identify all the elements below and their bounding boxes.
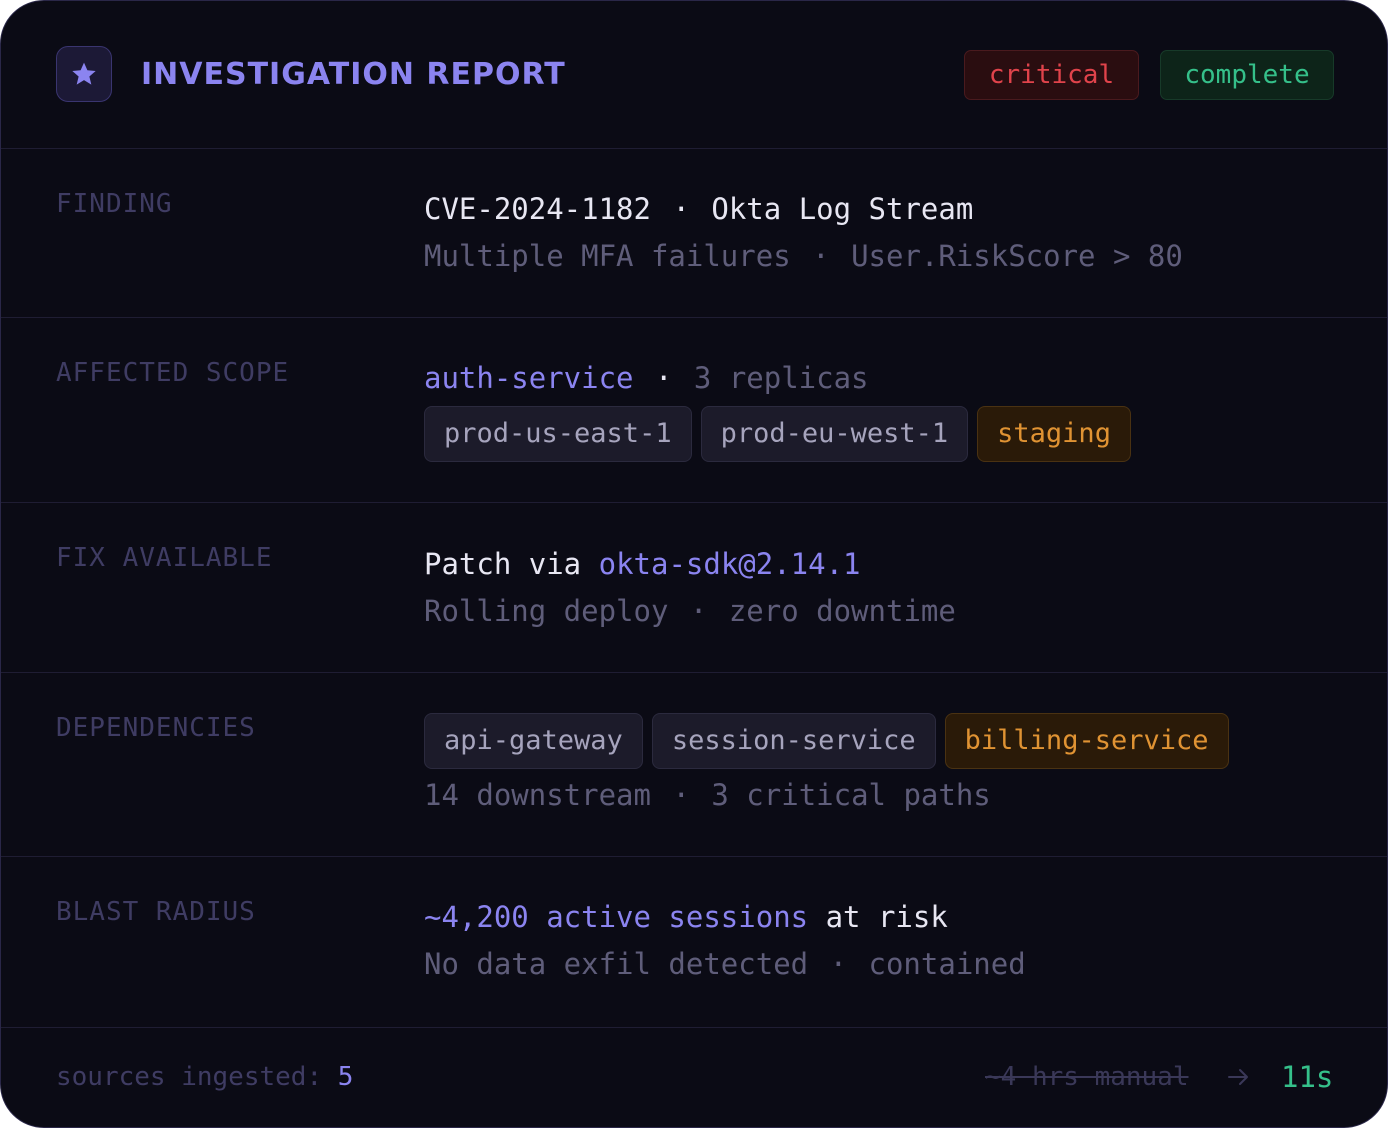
- blast-detail-a: No data exfil detected: [424, 947, 809, 981]
- affected-scope-label: AFFECTED SCOPE: [56, 358, 290, 388]
- dependency-detail: 14 downstream · 3 critical paths: [424, 775, 991, 815]
- blast-radius-row: BLAST RADIUS ~4,200 active sessions at r…: [1, 857, 1387, 1028]
- blast-detail: No data exfil detected · contained: [424, 944, 1026, 984]
- page-title: INVESTIGATION REPORT: [141, 57, 566, 92]
- finding-title: CVE-2024-1182 · Okta Log Stream: [424, 189, 973, 229]
- finding-detail-b: User.RiskScore > 80: [851, 239, 1183, 273]
- environment-list: prod-us-east-1 prod-eu-west-1 staging: [424, 406, 1131, 462]
- scope-service-line: auth-service · 3 replicas: [424, 358, 869, 398]
- fix-line: Patch via okta-sdk@2.14.1: [424, 544, 861, 584]
- blast-radius-line: ~4,200 active sessions at risk: [424, 897, 948, 937]
- env-chip-prod-eu-west-1: prod-eu-west-1: [700, 406, 969, 462]
- dependencies-label: DEPENDENCIES: [56, 713, 256, 743]
- separator: ·: [829, 947, 848, 981]
- investigation-report-card: INVESTIGATION REPORT critical complete F…: [0, 0, 1388, 1128]
- fix-detail-a: Rolling deploy: [424, 594, 669, 628]
- sources-ingested: sources ingested: 5: [56, 1057, 353, 1097]
- package-version: okta-sdk@2.14.1: [598, 547, 861, 581]
- cve-id: CVE-2024-1182: [424, 192, 651, 226]
- separator: ·: [654, 361, 673, 395]
- separator: ·: [672, 778, 690, 812]
- env-chip-staging: staging: [977, 406, 1131, 462]
- dependency-chip-api-gateway: api-gateway: [424, 713, 643, 769]
- manual-time: ~4 hrs manual: [985, 1062, 1189, 1092]
- fix-available-label: FIX AVAILABLE: [56, 543, 273, 573]
- service-name: auth-service: [424, 361, 634, 395]
- risk-suffix: at risk: [825, 900, 948, 934]
- automated-time: 11s: [1281, 1060, 1334, 1094]
- finding-detail-a: Multiple MFA failures: [424, 239, 791, 273]
- blast-detail-b: contained: [868, 947, 1026, 981]
- sources-count: 5: [337, 1062, 354, 1092]
- finding-source: Okta Log Stream: [711, 192, 974, 226]
- fix-detail-b: zero downtime: [728, 594, 956, 628]
- dependency-detail-b: 3 critical paths: [711, 778, 991, 812]
- blast-radius-label: BLAST RADIUS: [56, 897, 256, 927]
- replica-count: 3 replicas: [693, 361, 869, 395]
- sessions-at-risk: ~4,200 active sessions: [424, 900, 809, 934]
- dependency-chip-session-service: session-service: [651, 713, 936, 769]
- dependency-chip-billing-service: billing-service: [944, 713, 1229, 769]
- separator: ·: [672, 192, 690, 226]
- report-header: INVESTIGATION REPORT critical complete: [1, 1, 1387, 149]
- finding-detail: Multiple MFA failures · User.RiskScore >…: [424, 236, 1183, 276]
- finding-row: FINDING CVE-2024-1182 · Okta Log Stream …: [1, 149, 1387, 318]
- star-icon: [56, 46, 112, 102]
- dependency-detail-a: 14 downstream: [424, 778, 651, 812]
- separator: ·: [689, 594, 708, 628]
- severity-badge: critical: [964, 50, 1139, 100]
- dependency-list: api-gateway session-service billing-serv…: [424, 713, 1229, 769]
- env-chip-prod-us-east-1: prod-us-east-1: [424, 406, 692, 462]
- dependencies-row: DEPENDENCIES api-gateway session-service…: [1, 673, 1387, 857]
- status-badge: complete: [1160, 50, 1334, 100]
- affected-scope-row: AFFECTED SCOPE auth-service · 3 replicas…: [1, 318, 1387, 503]
- finding-label: FINDING: [56, 189, 173, 219]
- separator: ·: [812, 239, 830, 273]
- fix-detail: Rolling deploy · zero downtime: [424, 591, 956, 631]
- fix-prefix: Patch via: [424, 547, 582, 581]
- sources-label: sources ingested:: [56, 1062, 323, 1092]
- fix-available-row: FIX AVAILABLE Patch via okta-sdk@2.14.1 …: [1, 503, 1387, 673]
- arrow-right-icon: [1228, 1069, 1248, 1085]
